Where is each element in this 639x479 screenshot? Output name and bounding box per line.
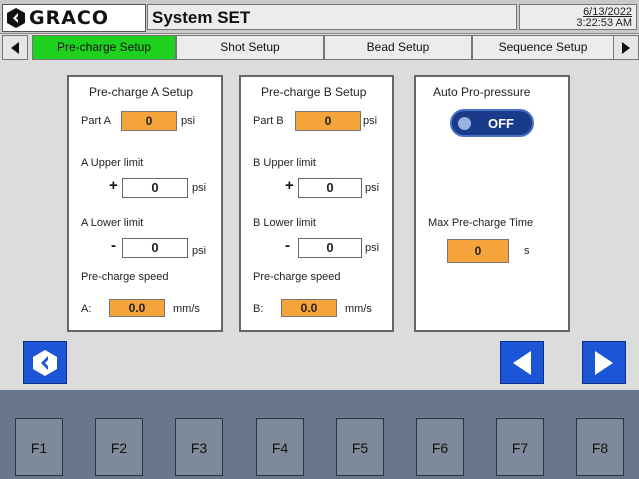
arrow-left-icon bbox=[513, 350, 531, 375]
minus-sign: - bbox=[285, 237, 290, 254]
max-pre-charge-time-label: Max Pre-charge Time bbox=[428, 217, 534, 229]
triangle-right-icon bbox=[622, 41, 630, 54]
f5-key[interactable]: F5 bbox=[336, 418, 384, 476]
graco-home-icon bbox=[33, 349, 57, 376]
brand-name: GRACO bbox=[29, 7, 110, 29]
part-a-unit: psi bbox=[181, 115, 196, 127]
panel-title: Pre-charge A Setup bbox=[89, 85, 194, 99]
tab-scroll-left-button[interactable] bbox=[2, 35, 28, 60]
auto-pro-pressure-panel: Auto Pro-pressure OFF Max Pre-charge Tim… bbox=[414, 75, 570, 332]
f4-key[interactable]: F4 bbox=[256, 418, 304, 476]
speed-b-value[interactable]: 0.0 bbox=[281, 299, 337, 317]
a-lower-limit-label: A Lower limit bbox=[81, 217, 144, 229]
max-pre-charge-time-unit: s bbox=[524, 245, 530, 257]
a-upper-limit-unit: psi bbox=[192, 182, 207, 194]
f2-key[interactable]: F2 bbox=[95, 418, 143, 476]
speed-a-unit: mm/s bbox=[173, 303, 200, 315]
home-button[interactable] bbox=[23, 341, 67, 384]
panel-title: Auto Pro-pressure bbox=[433, 85, 531, 99]
tab-bar: Pre-charge Setup Shot Setup Bead Setup S… bbox=[0, 35, 639, 60]
b-lower-limit-input[interactable]: 0 bbox=[298, 238, 362, 258]
b-upper-limit-label: B Upper limit bbox=[253, 157, 316, 169]
next-screen-button[interactable] bbox=[582, 341, 626, 384]
time-text: 3:22:53 AM bbox=[576, 17, 632, 29]
tab-pre-charge-setup[interactable]: Pre-charge Setup bbox=[32, 35, 176, 60]
minus-sign: - bbox=[111, 237, 116, 254]
a-upper-limit-label: A Upper limit bbox=[81, 157, 144, 169]
arrow-right-icon bbox=[595, 350, 613, 375]
tab-sequence-setup[interactable]: Sequence Setup bbox=[472, 35, 614, 60]
speed-b-prefix: B: bbox=[253, 303, 264, 315]
part-a-label: Part A bbox=[81, 115, 111, 127]
tab-shot-setup[interactable]: Shot Setup bbox=[176, 35, 324, 60]
a-lower-limit-unit: psi bbox=[192, 245, 207, 257]
pre-charge-b-panel: Pre-charge B Setup Part B 0 psi B Upper … bbox=[239, 75, 394, 332]
part-b-pressure-value[interactable]: 0 bbox=[295, 111, 361, 131]
graco-logo-icon bbox=[7, 8, 25, 28]
b-lower-limit-label: B Lower limit bbox=[253, 217, 316, 229]
b-lower-limit-unit: psi bbox=[365, 242, 380, 254]
panel-title: Pre-charge B Setup bbox=[261, 85, 367, 99]
tab-bead-setup[interactable]: Bead Setup bbox=[324, 35, 472, 60]
pre-charge-a-panel: Pre-charge A Setup Part A 0 psi A Upper … bbox=[67, 75, 223, 332]
toggle-knob bbox=[458, 117, 471, 130]
pre-charge-speed-label: Pre-charge speed bbox=[253, 271, 341, 283]
plus-sign: + bbox=[285, 177, 294, 194]
a-lower-limit-input[interactable]: 0 bbox=[122, 238, 188, 258]
previous-screen-button[interactable] bbox=[500, 341, 544, 384]
f6-key[interactable]: F6 bbox=[416, 418, 464, 476]
f8-key[interactable]: F8 bbox=[576, 418, 624, 476]
max-pre-charge-time-value[interactable]: 0 bbox=[447, 239, 509, 263]
a-upper-limit-input[interactable]: 0 bbox=[122, 178, 188, 198]
part-b-label: Part B bbox=[253, 115, 284, 127]
part-b-unit: psi bbox=[363, 115, 378, 127]
b-upper-limit-input[interactable]: 0 bbox=[298, 178, 362, 198]
graco-logo: GRACO bbox=[2, 4, 146, 32]
speed-a-prefix: A: bbox=[81, 303, 92, 315]
triangle-left-icon bbox=[11, 41, 19, 54]
page-title: System SET bbox=[147, 4, 517, 30]
f7-key[interactable]: F7 bbox=[496, 418, 544, 476]
pre-charge-speed-label: Pre-charge speed bbox=[81, 271, 169, 283]
title-bar: GRACO System SET 6/13/2022 3:22:53 AM bbox=[0, 0, 639, 34]
part-a-pressure-value[interactable]: 0 bbox=[121, 111, 177, 131]
f1-key[interactable]: F1 bbox=[15, 418, 63, 476]
plus-sign: + bbox=[109, 177, 118, 194]
tab-scroll-right-button[interactable] bbox=[613, 35, 639, 60]
date-time-display: 6/13/2022 3:22:53 AM bbox=[519, 4, 637, 30]
speed-a-value[interactable]: 0.0 bbox=[109, 299, 165, 317]
auto-pro-pressure-toggle[interactable]: OFF bbox=[450, 109, 534, 137]
f3-key[interactable]: F3 bbox=[175, 418, 223, 476]
toggle-state-label: OFF bbox=[488, 116, 514, 131]
speed-b-unit: mm/s bbox=[345, 303, 372, 315]
b-upper-limit-unit: psi bbox=[365, 182, 380, 194]
